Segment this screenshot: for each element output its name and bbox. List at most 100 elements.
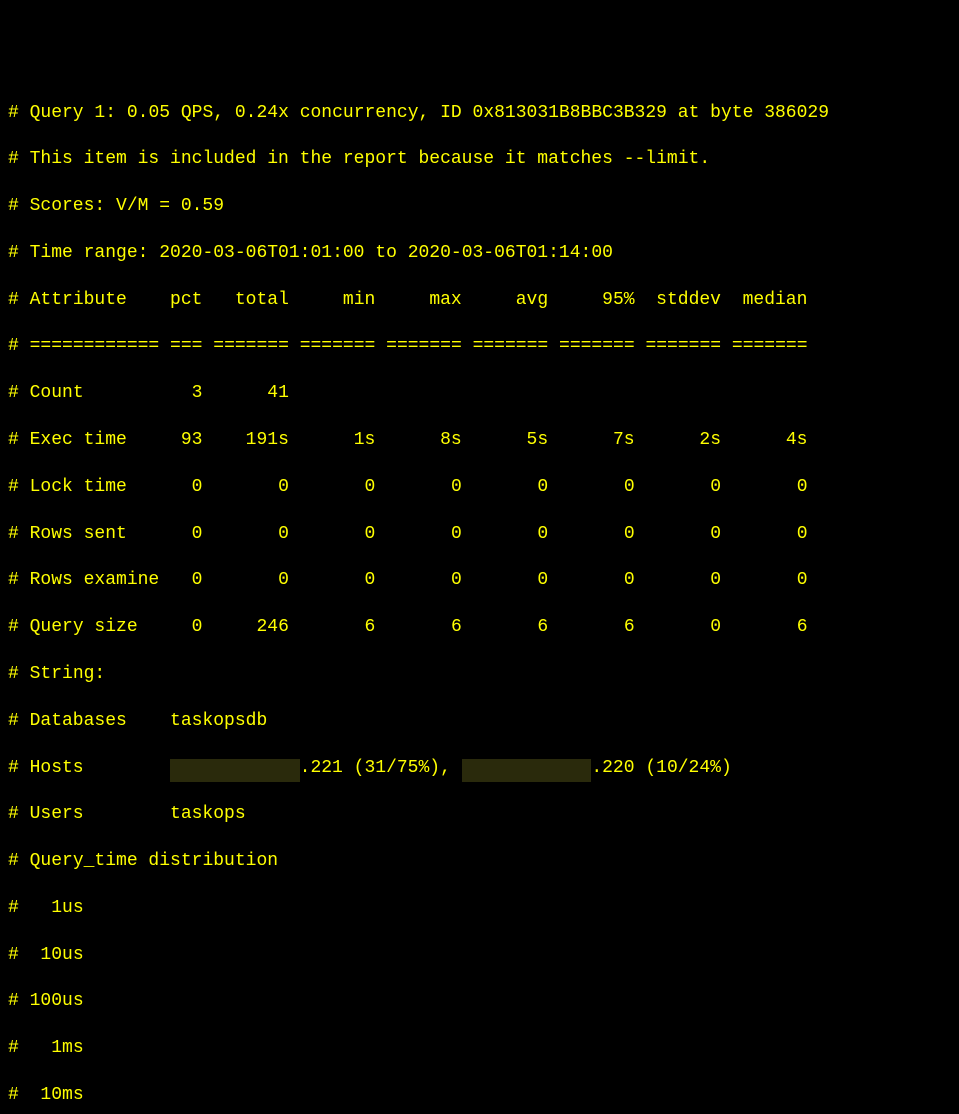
scores-line: # Scores: V/M = 0.59 xyxy=(8,195,959,218)
row-total: 0 xyxy=(278,570,289,590)
row-max: 0 xyxy=(451,570,462,590)
hdr-p95: 95% xyxy=(602,290,634,310)
row-attr: Count xyxy=(30,383,84,403)
users-line: # Users taskops xyxy=(8,803,959,826)
table-row: # Lock time 0 0 0 0 0 0 0 0 xyxy=(8,476,959,499)
query-num: 1 xyxy=(94,103,105,123)
hdr-avg: avg xyxy=(516,290,548,310)
table-separator-line: # ============ === ======= ======= =====… xyxy=(8,335,959,358)
row-max: 0 xyxy=(451,477,462,497)
dist-bucket: 1ms xyxy=(30,1038,84,1058)
users-value: taskops xyxy=(170,804,246,824)
string-label: String: xyxy=(30,664,106,684)
row-total: 191s xyxy=(246,430,289,450)
row-p95: 0 xyxy=(624,524,635,544)
row-median: 0 xyxy=(797,570,808,590)
hdr-attr: Attribute xyxy=(30,290,127,310)
redacted-ip xyxy=(170,759,300,782)
qps-value: 0.05 xyxy=(127,103,170,123)
row-p95: 0 xyxy=(624,477,635,497)
row-total: 41 xyxy=(267,383,289,403)
dist-row: # 1ms xyxy=(8,1037,959,1060)
table-row: # Count 3 41 xyxy=(8,382,959,405)
query-id: 0x813031B8BBC3B329 xyxy=(473,103,667,123)
row-attr: Exec time xyxy=(30,430,127,450)
report-reason: This item is included in the report beca… xyxy=(30,149,711,169)
report-reason-line: # This item is included in the report be… xyxy=(8,148,959,171)
row-stddev: 2s xyxy=(699,430,721,450)
row-attr: Rows sent xyxy=(30,524,127,544)
row-attr: Rows examine xyxy=(30,570,160,590)
query-time-dist-label: Query_time distribution xyxy=(30,851,278,871)
row-pct: 93 xyxy=(181,430,203,450)
scores-vm: 0.59 xyxy=(181,196,224,216)
hdr-stddev: stddev xyxy=(656,290,721,310)
table-row: # Exec time 93 191s 1s 8s 5s 7s 2s 4s xyxy=(8,429,959,452)
row-avg: 0 xyxy=(537,570,548,590)
hosts-line: # Hosts .221 (31/75%), .220 (10/24%) xyxy=(8,757,959,780)
dist-row: # 1us xyxy=(8,897,959,920)
row-max: 6 xyxy=(451,617,462,637)
hdr-median: median xyxy=(743,290,808,310)
row-avg: 6 xyxy=(537,617,548,637)
row-pct: 0 xyxy=(192,524,203,544)
row-attr: Query size xyxy=(30,617,138,637)
dist-row: # 10ms xyxy=(8,1084,959,1107)
row-pct: 0 xyxy=(192,617,203,637)
row-total: 0 xyxy=(278,477,289,497)
row-p95: 6 xyxy=(624,617,635,637)
dist-bucket: 1us xyxy=(30,898,84,918)
row-stddev: 0 xyxy=(710,617,721,637)
hdr-pct: pct xyxy=(170,290,202,310)
row-avg: 5s xyxy=(527,430,549,450)
row-max: 8s xyxy=(440,430,462,450)
dist-row: # 100us xyxy=(8,990,959,1013)
string-line: # String: xyxy=(8,663,959,686)
host1-suffix: .221 (31/75%), xyxy=(300,758,451,778)
row-median: 6 xyxy=(797,617,808,637)
host2-suffix: .220 (10/24%) xyxy=(591,758,731,778)
row-pct: 3 xyxy=(192,383,203,403)
redacted-ip xyxy=(462,759,592,782)
row-min: 6 xyxy=(365,617,376,637)
row-max: 0 xyxy=(451,524,462,544)
hdr-max: max xyxy=(429,290,461,310)
row-avg: 0 xyxy=(537,524,548,544)
concurrency-value: 0.24x xyxy=(235,103,289,123)
table-row: # Rows sent 0 0 0 0 0 0 0 0 xyxy=(8,523,959,546)
query-header-line: # Query 1: 0.05 QPS, 0.24x concurrency, … xyxy=(8,102,959,125)
query-time-dist-label-line: # Query_time distribution xyxy=(8,850,959,873)
row-min: 1s xyxy=(354,430,376,450)
row-p95: 7s xyxy=(613,430,635,450)
time-from: 2020-03-06T01:01:00 xyxy=(159,243,364,263)
row-p95: 0 xyxy=(624,570,635,590)
dist-bucket: 100us xyxy=(30,991,84,1011)
dist-bucket: 10us xyxy=(30,945,84,965)
row-median: 0 xyxy=(797,524,808,544)
row-median: 4s xyxy=(786,430,808,450)
row-total: 0 xyxy=(278,524,289,544)
dist-bucket: 10ms xyxy=(30,1085,84,1105)
databases-value: taskopsdb xyxy=(170,711,267,731)
hdr-min: min xyxy=(343,290,375,310)
row-min: 0 xyxy=(365,570,376,590)
time-range-line: # Time range: 2020-03-06T01:01:00 to 202… xyxy=(8,242,959,265)
table-row: # Query size 0 246 6 6 6 6 0 6 xyxy=(8,616,959,639)
hdr-total: total xyxy=(235,290,289,310)
row-pct: 0 xyxy=(192,477,203,497)
row-stddev: 0 xyxy=(710,524,721,544)
row-stddev: 0 xyxy=(710,570,721,590)
time-to: 2020-03-06T01:14:00 xyxy=(408,243,613,263)
row-stddev: 0 xyxy=(710,477,721,497)
databases-line: # Databases taskopsdb xyxy=(8,710,959,733)
byte-offset: 386029 xyxy=(764,103,829,123)
row-min: 0 xyxy=(365,477,376,497)
table-row: # Rows examine 0 0 0 0 0 0 0 0 xyxy=(8,569,959,592)
row-median: 0 xyxy=(797,477,808,497)
table-header-line: # Attribute pct total min max avg 95% st… xyxy=(8,289,959,312)
row-total: 246 xyxy=(256,617,288,637)
row-min: 0 xyxy=(365,524,376,544)
dist-row: # 10us xyxy=(8,944,959,967)
row-attr: Lock time xyxy=(30,477,127,497)
row-avg: 0 xyxy=(537,477,548,497)
